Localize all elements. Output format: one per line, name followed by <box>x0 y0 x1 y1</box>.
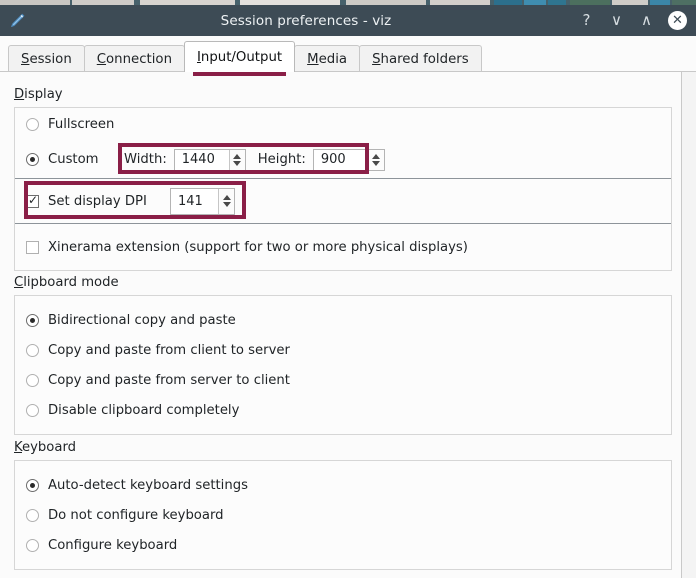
keyboard-label-configure: Configure keyboard <box>48 537 178 553</box>
active-tab-indicator <box>193 72 287 76</box>
custom-radio[interactable] <box>26 153 39 166</box>
window-controls: ? ∨ ∧ ✕ <box>578 11 696 30</box>
keyboard-title-rest: eyboard <box>22 440 76 455</box>
clipboard-group: Clipboard mode Bidirectional copy and pa… <box>14 271 672 435</box>
height-label: Height: <box>257 152 306 167</box>
tab-connection-label: onnection <box>106 51 172 67</box>
dpi-decrement-icon[interactable] <box>222 202 231 207</box>
clipboard-group-box: Bidirectional copy and paste Copy and pa… <box>14 295 672 435</box>
clipboard-radio-server-to-client[interactable] <box>26 373 39 387</box>
display-group: Display Fullscreen Custom Width: 1440 He… <box>14 83 672 271</box>
custom-label: Custom <box>48 152 99 167</box>
keyboard-radio-do-not-configure[interactable] <box>26 508 39 522</box>
height-increment-icon[interactable] <box>372 153 381 159</box>
tab-bar: Session Connection Input/Output Media Sh… <box>0 36 696 76</box>
vertical-scrollbar[interactable] <box>682 72 696 578</box>
clipboard-option-disable[interactable]: Disable clipboard completely <box>15 395 671 425</box>
keyboard-title-accesskey: K <box>14 440 22 455</box>
fullscreen-label: Fullscreen <box>48 117 115 132</box>
clipboard-group-title: Clipboard mode <box>14 275 119 290</box>
display-title-rest: isplay <box>24 87 63 102</box>
keyboard-group: Keyboard Auto-detect keyboard settings D… <box>14 436 672 570</box>
display-dpi-row[interactable]: Set display DPI 141 <box>15 179 671 224</box>
title-bar[interactable]: Session preferences - viz ? ∨ ∧ ✕ <box>0 5 696 36</box>
keyboard-group-title: Keyboard <box>14 440 76 455</box>
fullscreen-row[interactable]: Fullscreen <box>15 108 671 141</box>
clipboard-radio-client-to-server[interactable] <box>26 343 39 357</box>
clipboard-option-client-to-server[interactable]: Copy and paste from client to server <box>15 335 671 365</box>
height-input[interactable]: 900 <box>314 150 368 170</box>
display-group-box: Fullscreen Custom Width: 1440 Height: 90… <box>14 107 672 271</box>
keyboard-radio-configure[interactable] <box>26 538 39 552</box>
tab-connection[interactable]: Connection <box>83 45 185 72</box>
minimize-button[interactable]: ∨ <box>608 12 625 29</box>
width-input[interactable]: 1440 <box>175 150 229 170</box>
tab-shared-folders-label: hared folders <box>380 51 469 67</box>
window-title: Session preferences - viz <box>220 12 392 29</box>
keyboard-option-auto-detect[interactable]: Auto-detect keyboard settings <box>15 470 671 500</box>
tab-shared-folders[interactable]: Shared folders <box>359 45 482 72</box>
tab-shared-folders-accesskey: S <box>372 51 381 67</box>
tab-media-accesskey: M <box>307 51 319 67</box>
tab-media-label: edia <box>318 51 348 67</box>
maximize-button[interactable]: ∧ <box>638 12 655 29</box>
tab-session-label: ession <box>29 51 72 67</box>
keyboard-option-do-not-configure[interactable]: Do not configure keyboard <box>15 500 671 530</box>
tab-media[interactable]: Media <box>294 45 361 72</box>
width-label: Width: <box>124 152 167 167</box>
clipboard-label-server-to-client: Copy and paste from server to client <box>48 372 290 388</box>
clipboard-label-disable: Disable clipboard completely <box>48 402 240 418</box>
keyboard-group-box: Auto-detect keyboard settings Do not con… <box>14 460 672 570</box>
clipboard-title-rest: lipboard mode <box>23 275 119 290</box>
height-spinbox[interactable]: 900 <box>312 148 385 171</box>
clipboard-title-accesskey: C <box>14 275 24 290</box>
clipboard-option-server-to-client[interactable]: Copy and paste from server to client <box>15 365 671 395</box>
tab-input-output-label: nput/Output <box>200 49 283 65</box>
close-button[interactable]: ✕ <box>668 11 687 30</box>
keyboard-label-auto-detect: Auto-detect keyboard settings <box>48 477 248 493</box>
clipboard-label-bidirectional: Bidirectional copy and paste <box>48 312 236 328</box>
set-display-dpi-checkbox[interactable] <box>26 193 39 208</box>
height-decrement-icon[interactable] <box>372 160 381 166</box>
pencil-icon <box>0 5 34 36</box>
help-button[interactable]: ? <box>578 12 595 29</box>
clipboard-option-bidirectional[interactable]: Bidirectional copy and paste <box>15 305 671 335</box>
keyboard-radio-auto-detect[interactable] <box>26 478 39 492</box>
dpi-input[interactable]: 141 <box>171 189 218 214</box>
fullscreen-radio[interactable] <box>26 118 39 131</box>
dpi-spinbox[interactable]: 141 <box>170 187 235 215</box>
tab-connection-accesskey: C <box>96 51 107 67</box>
clipboard-radio-disable[interactable] <box>26 403 39 417</box>
clipboard-radio-bidirectional[interactable] <box>26 313 39 327</box>
display-title-accesskey: D <box>14 87 25 102</box>
height-stepper[interactable] <box>368 149 384 170</box>
width-stepper[interactable] <box>229 149 245 170</box>
width-decrement-icon[interactable] <box>233 160 242 166</box>
dpi-stepper[interactable] <box>218 188 234 214</box>
custom-resolution-row[interactable]: Custom Width: 1440 Height: 900 <box>15 141 671 179</box>
clipboard-label-client-to-server: Copy and paste from client to server <box>48 342 290 358</box>
xinerama-checkbox[interactable] <box>26 240 39 254</box>
width-increment-icon[interactable] <box>233 153 242 159</box>
session-preferences-window: Session preferences - viz ? ∨ ∧ ✕ Sessio… <box>0 0 696 578</box>
tab-input-output[interactable]: Input/Output <box>184 41 296 76</box>
xinerama-row[interactable]: Xinerama extension (support for two or m… <box>15 224 671 270</box>
xinerama-label: Xinerama extension (support for two or m… <box>48 239 468 255</box>
tab-session[interactable]: Session <box>8 45 85 72</box>
display-group-title: Display <box>14 87 63 102</box>
keyboard-option-configure[interactable]: Configure keyboard <box>15 530 671 560</box>
set-display-dpi-label: Set display DPI <box>48 193 147 209</box>
dpi-increment-icon[interactable] <box>222 195 231 200</box>
width-spinbox[interactable]: 1440 <box>173 148 246 171</box>
keyboard-label-do-not-configure: Do not configure keyboard <box>48 507 224 523</box>
